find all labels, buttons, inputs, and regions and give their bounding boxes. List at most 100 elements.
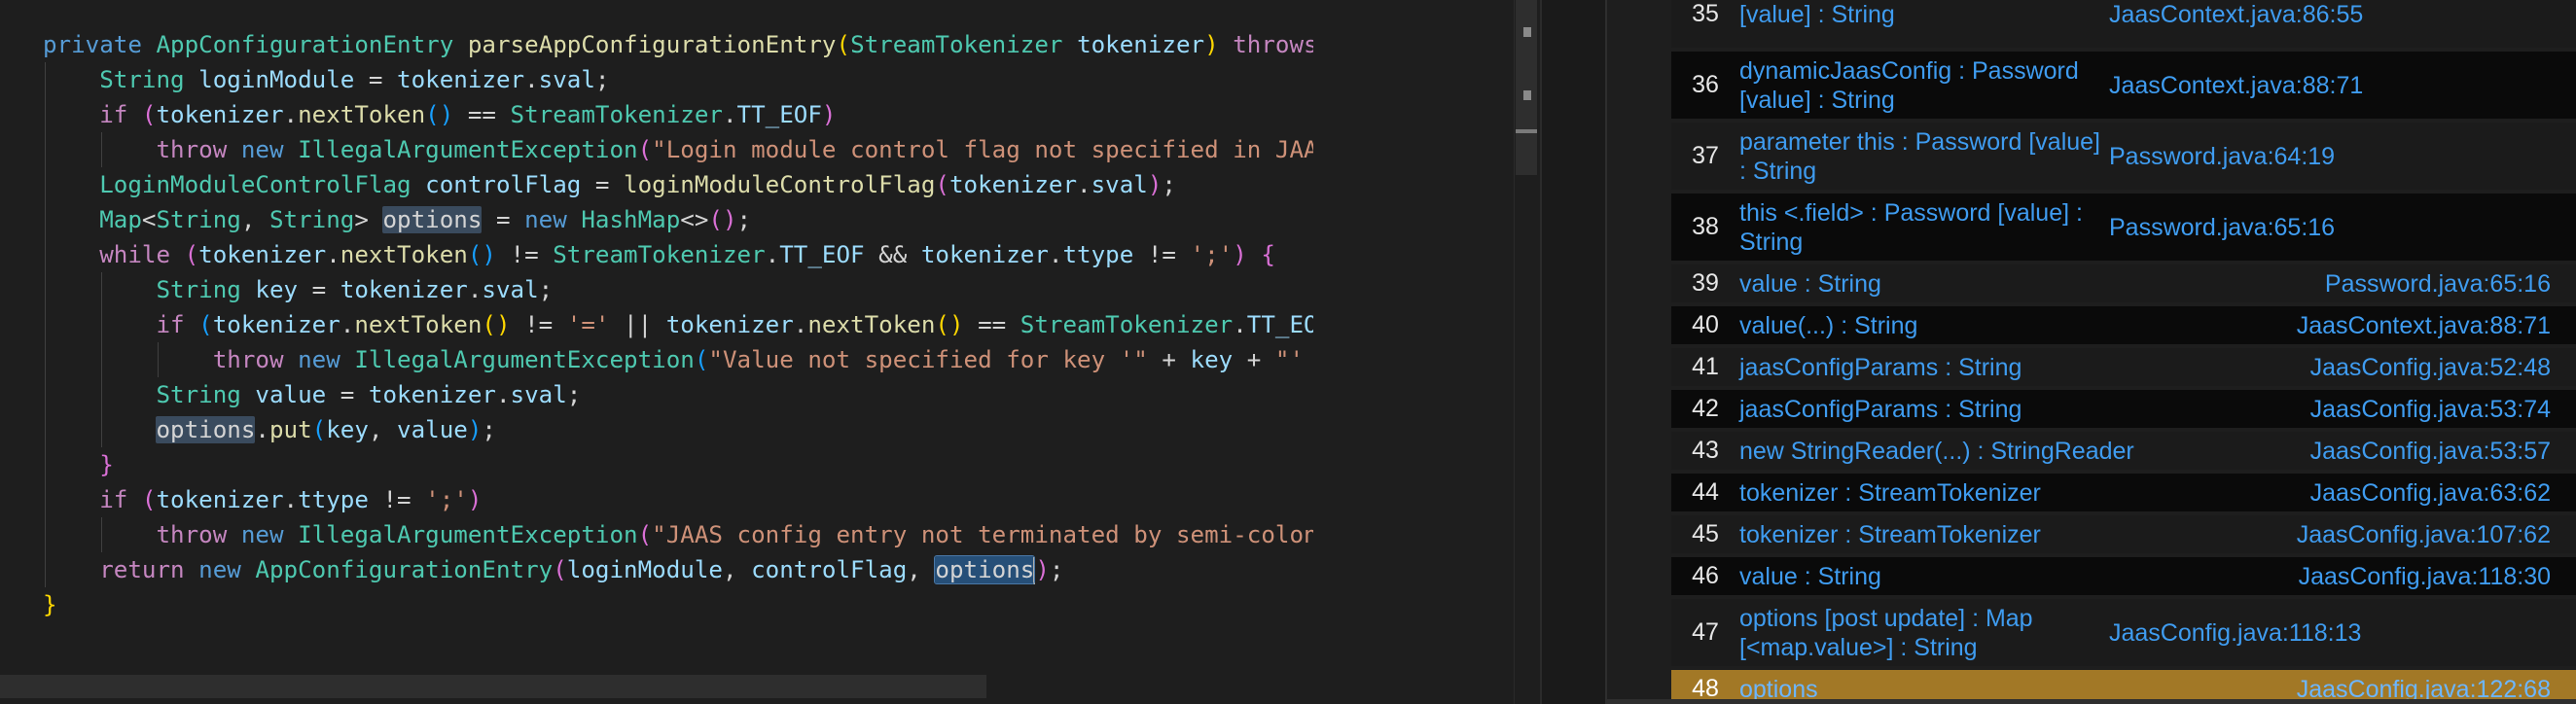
code-line[interactable]: if (tokenizer.nextToken() != '=' || toke… (43, 307, 1313, 342)
path-step-location-link[interactable]: JaasConfig.java:107:62 (2297, 520, 2576, 549)
code-line[interactable]: throw new IllegalArgumentException("Valu… (43, 342, 1313, 377)
code-token: nextToken (340, 241, 468, 268)
code-token: private (43, 31, 157, 58)
code-token: put (268, 416, 312, 443)
indent-guide (45, 132, 46, 167)
code-token: AppConfigurationEntry (156, 31, 468, 58)
path-step-row[interactable]: 46 value : String JaasConfig.java:118:30 (1671, 557, 2576, 595)
path-step-node[interactable]: jaasConfigParams : String (1739, 353, 2310, 382)
path-step-node[interactable]: jaasConfigParams : String (1739, 395, 2310, 424)
path-step-row[interactable]: 47 options [post update] : Map [<map.valu… (1671, 599, 2576, 666)
code-token: > (354, 206, 383, 233)
code-token: String (268, 206, 355, 233)
overview-ruler-mark (1523, 90, 1531, 100)
code-area[interactable]: private AppConfigurationEntry parseAppCo… (43, 27, 1313, 640)
path-step-node[interactable]: this <.field> : Password [value] : Strin… (1739, 198, 2109, 257)
path-step-node[interactable]: tokenizer : StreamTokenizer (1739, 478, 2310, 508)
code-line[interactable]: LoginModuleControlFlag controlFlag = log… (43, 167, 1313, 202)
indent-guide (101, 342, 103, 377)
code-token: TT_EOF (1246, 311, 1313, 338)
path-step-node[interactable]: value(...) : String (1739, 311, 2297, 340)
path-steps-panel: 35 [value] : String JaasContext.java:86:55… (1607, 0, 2576, 704)
code-token: if (99, 486, 142, 513)
path-step-index: 40 (1692, 311, 1719, 338)
path-step-row[interactable]: 40 value(...) : String JaasContext.java:88… (1671, 306, 2576, 344)
path-step-row[interactable]: 37 parameter this : Password [value] : St… (1671, 123, 2576, 190)
code-token: loginModule (566, 556, 723, 583)
code-token: + (1233, 346, 1275, 373)
code-line[interactable]: options.put(key, value); (43, 412, 1313, 447)
path-step-index: 39 (1692, 269, 1719, 297)
code-token: , (240, 206, 269, 233)
vertical-scrollbar-thumb[interactable] (1516, 0, 1537, 175)
code-token: tokenizer (156, 486, 284, 513)
path-step-location-link[interactable]: Password.java:65:16 (2325, 269, 2576, 299)
code-token: ) (1035, 556, 1050, 583)
indent-guide (101, 307, 103, 342)
code-line[interactable]: } (43, 447, 1313, 482)
code-token: Map (99, 206, 142, 233)
code-token: value (397, 416, 468, 443)
code-token: tokenizer (1077, 31, 1205, 58)
path-step-row[interactable]: 39 value : String Password.java:65:16 (1671, 264, 2576, 302)
path-step-row[interactable]: 44 tokenizer : StreamTokenizer JaasConfig.… (1671, 474, 2576, 511)
code-token: . (524, 66, 539, 93)
path-step-location-link[interactable]: Password.java:65:16 (2109, 213, 2360, 242)
path-step-row[interactable]: 41 jaasConfigParams : String JaasConfig.ja… (1671, 348, 2576, 386)
code-token: ; (482, 416, 496, 443)
code-token: ; (1049, 556, 1064, 583)
code-token: LoginModuleControlFlag (99, 171, 426, 198)
path-step-row[interactable]: 38 this <.field> : Password [value] : Str… (1671, 194, 2576, 261)
path-step-location-link[interactable]: JaasConfig.java:52:48 (2310, 353, 2576, 382)
path-steps-list: 35 [value] : String JaasContext.java:86:55… (1671, 0, 2576, 704)
path-step-node[interactable]: new StringReader(...) : StringReader (1739, 437, 2310, 466)
path-step-location-link[interactable]: JaasContext.java:88:71 (2109, 71, 2388, 100)
code-line[interactable]: throw new IllegalArgumentException("JAAS… (43, 517, 1313, 552)
path-step-location-link[interactable]: JaasConfig.java:53:74 (2310, 395, 2576, 424)
path-step-row[interactable]: 35 [value] : String JaasContext.java:86:55 (1671, 0, 2576, 48)
code-line[interactable]: String value = tokenizer.sval; (43, 377, 1313, 412)
path-step-row[interactable]: 36 dynamicJaasConfig : Password [value] :… (1671, 52, 2576, 119)
path-step-node[interactable]: tokenizer : StreamTokenizer (1739, 520, 2297, 549)
code-token: parseAppConfigurationEntry (467, 31, 837, 58)
code-token: new (240, 136, 299, 163)
code-token: . (1048, 241, 1063, 268)
code-line[interactable]: if (tokenizer.nextToken() == StreamToken… (43, 97, 1313, 132)
path-step-node[interactable]: parameter this : Password [value] : Stri… (1739, 127, 2109, 186)
code-line[interactable]: if (tokenizer.ttype != ';') (43, 482, 1313, 517)
indent-guide (45, 62, 46, 97)
path-step-location-link[interactable]: Password.java:64:19 (2109, 142, 2360, 171)
code-line[interactable]: } (43, 587, 1313, 622)
code-line[interactable]: String key = tokenizer.sval; (43, 272, 1313, 307)
path-step-location-link[interactable]: JaasContext.java:86:55 (2109, 0, 2388, 29)
path-step-location-link[interactable]: JaasContext.java:88:71 (2297, 311, 2576, 340)
code-line[interactable]: return new AppConfigurationEntry(loginMo… (43, 552, 1313, 587)
path-step-node[interactable]: value : String (1739, 269, 2325, 299)
code-token: TT_EOF (779, 241, 865, 268)
path-step-location-link[interactable]: JaasConfig.java:118:30 (2299, 562, 2576, 591)
path-step-node[interactable]: options [post update] : Map [<map.value>… (1739, 604, 2109, 662)
path-step-row[interactable]: 43 new StringReader(...) : StringReader Ja… (1671, 432, 2576, 470)
path-step-node[interactable]: dynamicJaasConfig : Password [value] : S… (1739, 56, 2109, 115)
code-token: || (609, 311, 666, 338)
indent-guide (45, 412, 46, 447)
code-token: . (765, 241, 780, 268)
code-token: ( (141, 101, 157, 128)
code-line[interactable]: private AppConfigurationEntry parseAppCo… (43, 27, 1313, 62)
code-line[interactable]: while (tokenizer.nextToken() != StreamTo… (43, 237, 1313, 272)
path-step-node[interactable]: value : String (1739, 562, 2299, 591)
path-step-row[interactable]: 42 jaasConfigParams : String JaasConfig.ja… (1671, 390, 2576, 428)
code-line[interactable]: Map<String, String> options = new HashMa… (43, 202, 1313, 237)
code-token: ) (1204, 31, 1219, 58)
path-step-index: 45 (1692, 520, 1719, 547)
path-step-location-link[interactable]: JaasConfig.java:53:57 (2310, 437, 2576, 466)
path-step-node[interactable]: [value] : String (1739, 0, 2109, 29)
path-step-row[interactable]: 45 tokenizer : StreamTokenizer JaasConfig.… (1671, 515, 2576, 553)
code-editor[interactable]: private AppConfigurationEntry parseAppCo… (0, 0, 1537, 704)
code-token: nextToken (807, 311, 936, 338)
horizontal-scrollbar-thumb[interactable] (0, 675, 986, 698)
code-line[interactable]: throw new IllegalArgumentException("Logi… (43, 132, 1313, 167)
code-line[interactable]: String loginModule = tokenizer.sval; (43, 62, 1313, 97)
path-step-location-link[interactable]: JaasConfig.java:63:62 (2310, 478, 2576, 508)
path-step-location-link[interactable]: JaasConfig.java:118:13 (2109, 618, 2386, 648)
